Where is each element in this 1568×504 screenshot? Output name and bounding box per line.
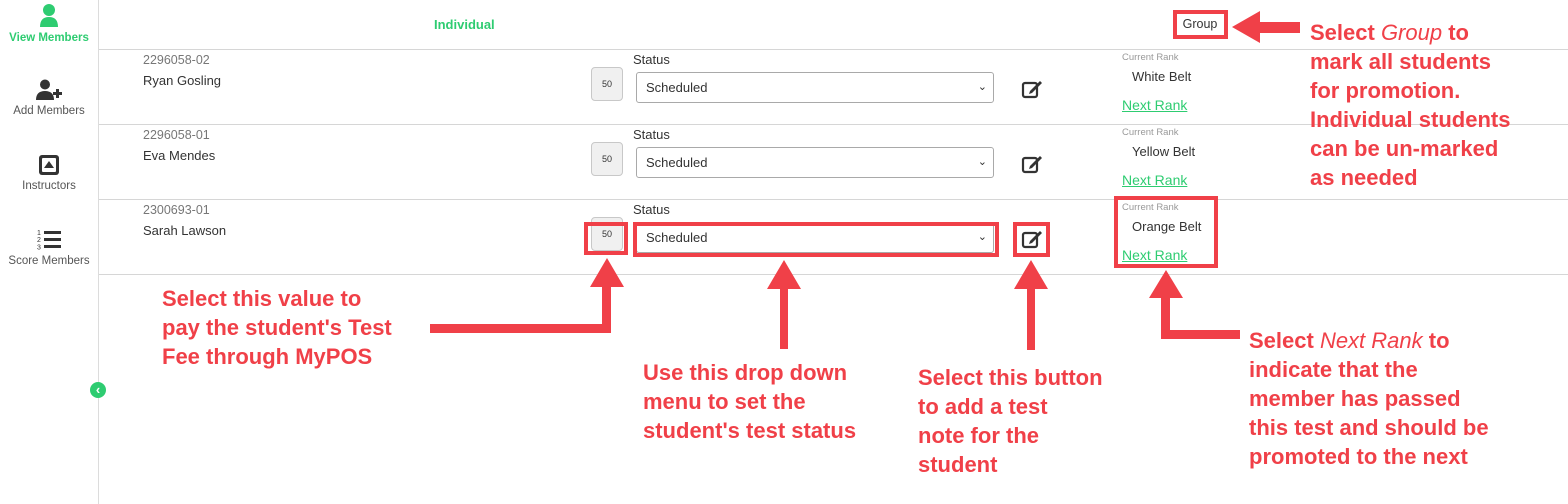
arrow-fee <box>430 258 624 333</box>
callout-rank-pre: Select <box>1249 328 1320 353</box>
arrow-status <box>767 260 801 349</box>
arrow-note <box>1014 260 1048 350</box>
callout-fee: Select this value to pay the student's T… <box>162 286 392 369</box>
callout-group-em: Group <box>1380 20 1443 45</box>
callout-status: Use this drop down menu to set the stude… <box>643 360 857 443</box>
callout-note: Select this button to add a test note fo… <box>918 365 1103 477</box>
callout-rank: Select Next Rank to indicate that the me… <box>1249 326 1489 471</box>
callout-group-pre: Select <box>1310 20 1381 45</box>
callout-rank-em: Next Rank <box>1319 328 1423 353</box>
callout-group-post: to mark all students for promotion. Indi… <box>1310 20 1511 190</box>
arrow-rank <box>1149 270 1240 339</box>
arrow-group <box>1232 11 1300 43</box>
callout-group: Select Group to mark all students for pr… <box>1310 18 1510 192</box>
